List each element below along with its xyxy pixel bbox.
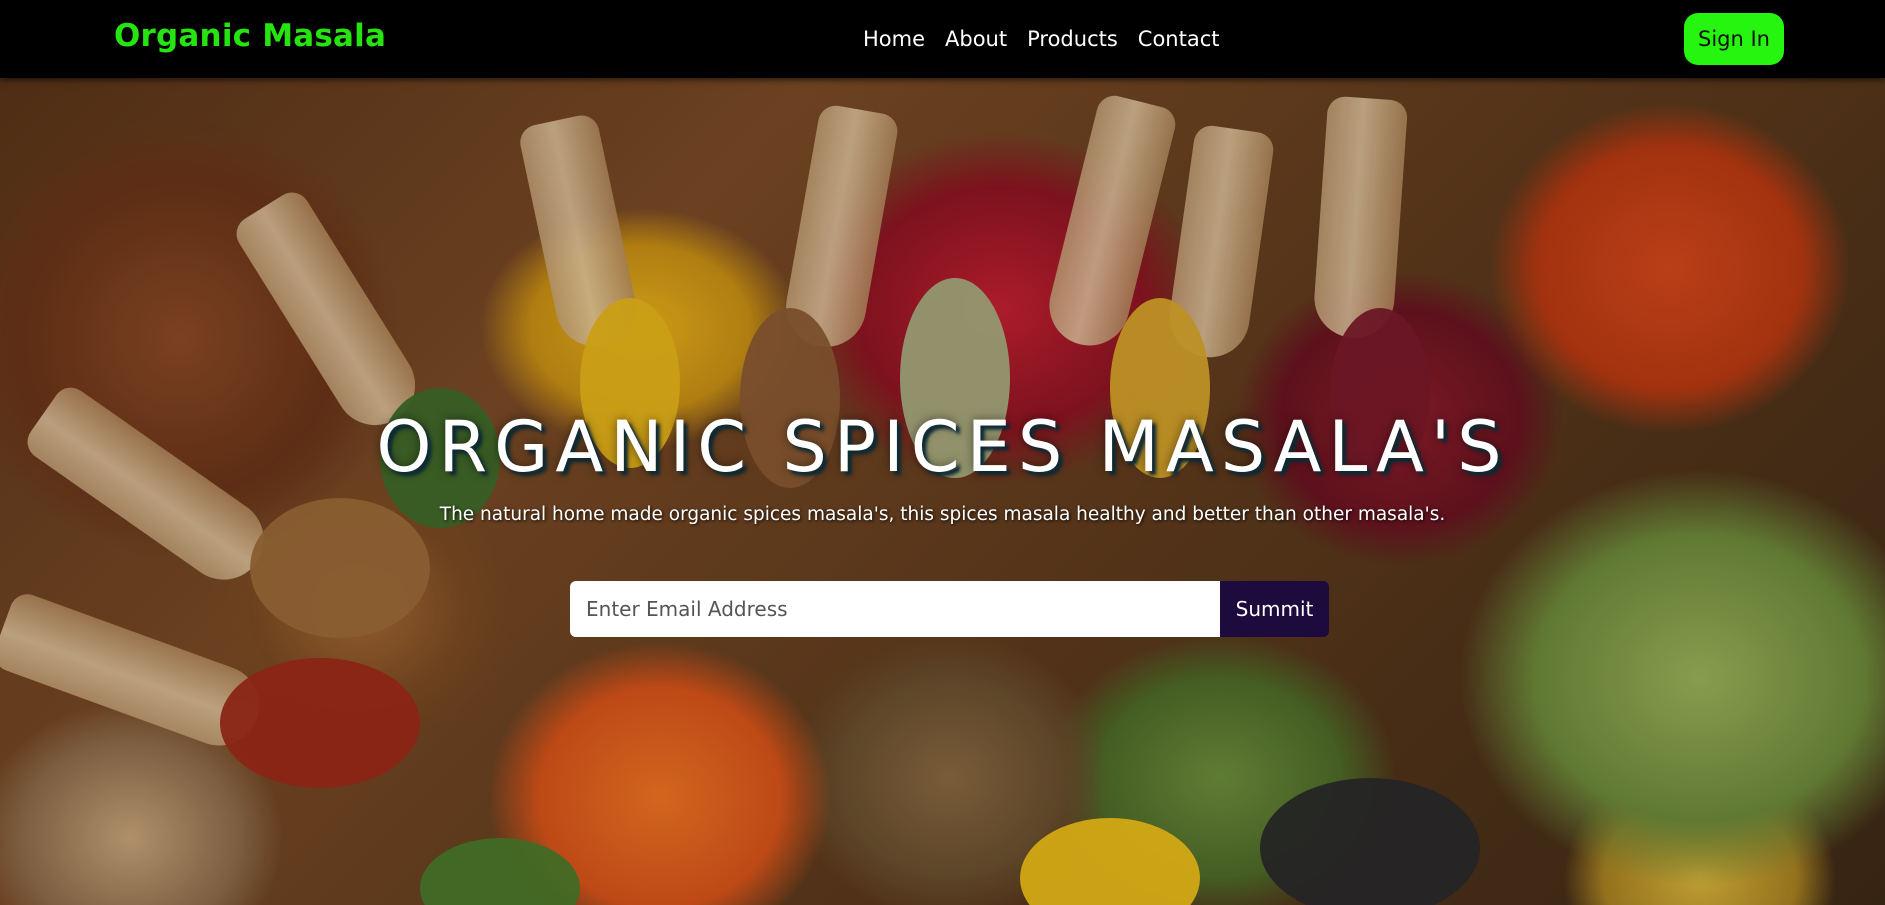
nav-about-link[interactable]: About (945, 27, 1007, 51)
brand-logo[interactable]: Organic Masala (114, 18, 386, 54)
sign-in-button[interactable]: Sign In (1684, 13, 1784, 65)
nav-links: Home About Products Contact (863, 24, 1220, 54)
hero-title: ORGANIC SPICES MASALA'S (376, 406, 1509, 488)
hero-subtitle: The natural home made organic spices mas… (439, 504, 1446, 525)
navbar: Organic Masala Home About Products Conta… (0, 0, 1885, 78)
nav-products-link[interactable]: Products (1027, 27, 1118, 51)
hero-overlay (0, 78, 1885, 905)
email-input[interactable] (570, 581, 1220, 637)
hero-section: ORGANIC SPICES MASALA'S The natural home… (0, 78, 1885, 905)
nav-home-link[interactable]: Home (863, 27, 925, 51)
submit-button[interactable]: Summit (1220, 581, 1329, 637)
nav-contact-link[interactable]: Contact (1138, 27, 1220, 51)
subscribe-form: Summit (570, 581, 1329, 637)
